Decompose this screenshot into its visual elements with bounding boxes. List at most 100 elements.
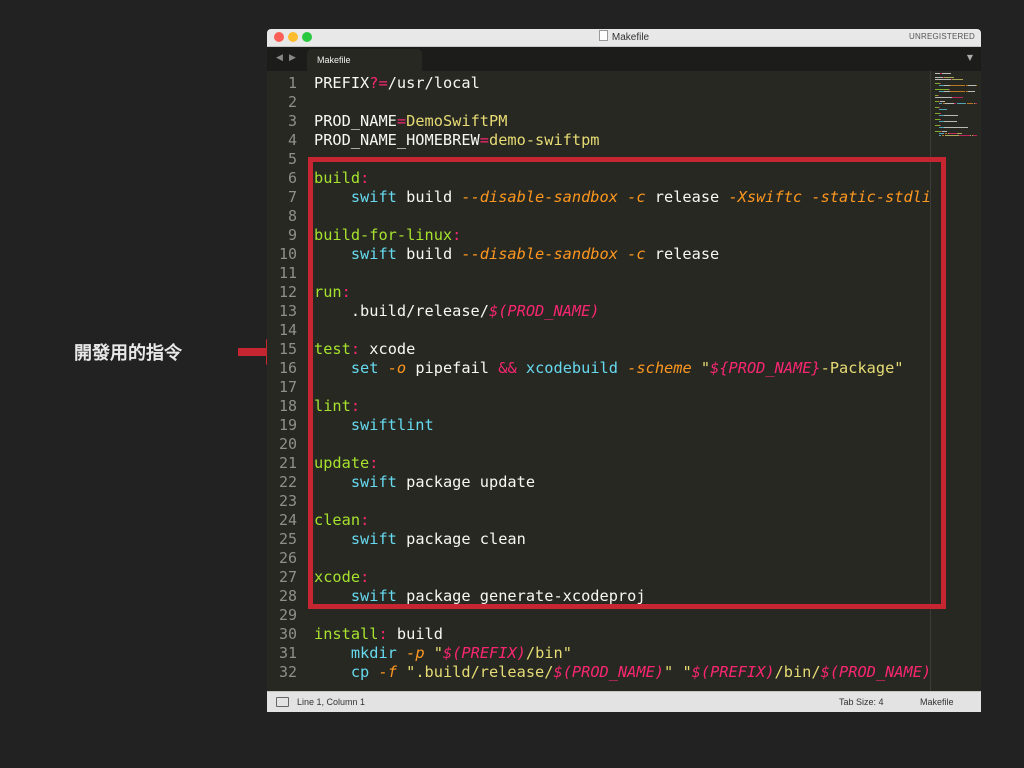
code-token: ?= bbox=[369, 74, 388, 92]
minimap-stripe bbox=[970, 135, 971, 136]
code-token: $(PREFIX) bbox=[442, 644, 526, 662]
minimap-stripe bbox=[939, 133, 944, 134]
syntax-mode[interactable]: Makefile bbox=[920, 697, 954, 707]
line-number: 5 bbox=[287, 150, 297, 168]
code-token: PROD_NAME_HOMEBREW bbox=[314, 131, 480, 149]
minimap-stripe bbox=[944, 115, 958, 116]
minimap-stripe bbox=[939, 107, 940, 108]
forward-arrow-icon[interactable]: ▶ bbox=[289, 53, 296, 63]
code-token: $(PROD_NAME) bbox=[820, 663, 930, 681]
line-number: 17 bbox=[278, 378, 297, 396]
tab-label: Makefile bbox=[317, 55, 351, 65]
minimap-stripe bbox=[957, 133, 962, 134]
line-number: 31 bbox=[278, 644, 297, 662]
code-token: DemoSwiftPM bbox=[406, 112, 508, 130]
code-line[interactable]: cp -f ".build/release/$(PROD_NAME)" "$(P… bbox=[314, 663, 930, 682]
minimap-stripe bbox=[940, 113, 941, 114]
minimap-stripe bbox=[935, 89, 949, 90]
cursor-position[interactable]: Line 1, Column 1 bbox=[297, 697, 365, 707]
line-number: 4 bbox=[287, 131, 297, 149]
line-number: 26 bbox=[278, 549, 297, 567]
tab-bar: ◀ ▶ Makefile ▼ bbox=[267, 47, 981, 71]
line-number: 8 bbox=[287, 207, 297, 225]
minimap-stripe bbox=[968, 85, 976, 86]
line-number: 3 bbox=[287, 112, 297, 130]
code-token: /bin/ bbox=[774, 663, 821, 681]
line-number: 13 bbox=[278, 302, 297, 320]
line-number: 2 bbox=[287, 93, 297, 111]
minimap-stripe bbox=[973, 135, 977, 136]
line-number: 12 bbox=[278, 283, 297, 301]
minimap-stripe bbox=[939, 103, 942, 104]
minimap-stripe bbox=[954, 103, 956, 104]
minimap-stripe bbox=[952, 79, 963, 80]
line-number: 30 bbox=[278, 625, 297, 643]
minimap-stripe bbox=[939, 135, 941, 136]
minimap-stripe bbox=[944, 77, 954, 78]
code-line[interactable]: PREFIX?=/usr/local bbox=[314, 74, 480, 93]
line-number: 32 bbox=[278, 663, 297, 681]
tab-size[interactable]: Tab Size: 4 bbox=[839, 697, 884, 707]
minimap-stripe bbox=[942, 135, 944, 136]
highlight-box bbox=[308, 157, 946, 609]
minimap-stripe bbox=[940, 119, 941, 120]
minimap-stripe bbox=[940, 83, 941, 84]
code-token: " bbox=[433, 644, 443, 662]
minimap-stripe bbox=[940, 125, 941, 126]
window-title: Makefile bbox=[267, 30, 981, 43]
document-icon bbox=[598, 30, 608, 41]
tab-makefile[interactable]: Makefile bbox=[307, 49, 422, 71]
line-number: 29 bbox=[278, 606, 297, 624]
line-number: 25 bbox=[278, 530, 297, 548]
minimap-stripe bbox=[950, 91, 965, 92]
minimap-stripe bbox=[949, 133, 957, 134]
code-token: : bbox=[378, 625, 388, 643]
minimap-stripe bbox=[935, 97, 952, 98]
line-number: 11 bbox=[278, 264, 297, 282]
line-number: 22 bbox=[278, 473, 297, 491]
tab-dropdown-icon[interactable]: ▼ bbox=[967, 53, 973, 62]
code-token: " bbox=[664, 663, 674, 681]
minimap-stripe bbox=[952, 97, 963, 98]
window-title-text: Makefile bbox=[611, 32, 650, 43]
line-number: 28 bbox=[278, 587, 297, 605]
minimap-stripe bbox=[968, 91, 975, 92]
code-line[interactable]: PROD_NAME_HOMEBREW=demo-swiftpm bbox=[314, 131, 600, 150]
line-number-gutter: 1 2 3 4 5 6 7 8 9 10 11 12 13 14 15 16 17 18 19 20 21 22 23 24 2… bbox=[267, 71, 307, 691]
minimap-stripe bbox=[975, 103, 977, 104]
minimap-stripe bbox=[944, 127, 968, 128]
minimap-stripe bbox=[942, 73, 951, 74]
line-number: 24 bbox=[278, 511, 297, 529]
minimap-stripe bbox=[935, 77, 943, 78]
line-number: 9 bbox=[287, 226, 297, 244]
code-token: mkdir bbox=[350, 644, 397, 662]
code-token: -p bbox=[406, 644, 425, 662]
minimap-stripe bbox=[935, 79, 951, 80]
code-token: = bbox=[396, 112, 407, 130]
code-token: = bbox=[479, 131, 489, 149]
unregistered-label: UNREGISTERED bbox=[909, 32, 975, 41]
minimap-stripe bbox=[976, 85, 977, 86]
minimap-stripe bbox=[945, 135, 959, 136]
code-token: cp bbox=[350, 663, 370, 681]
minimap-stripe bbox=[959, 135, 970, 136]
minimap-stripe bbox=[950, 85, 965, 86]
code-line[interactable]: PROD_NAME=DemoSwiftPM bbox=[314, 112, 507, 131]
code-line[interactable]: install: build bbox=[314, 625, 443, 644]
line-number: 21 bbox=[278, 454, 297, 472]
line-number: 15 bbox=[278, 340, 297, 358]
line-number: 10 bbox=[278, 245, 297, 263]
code-line[interactable]: mkdir -p "$(PREFIX)/bin" bbox=[314, 644, 572, 663]
minimap-stripe bbox=[938, 95, 939, 96]
console-icon[interactable] bbox=[276, 697, 289, 707]
back-arrow-icon[interactable]: ◀ bbox=[276, 53, 283, 63]
line-number: 27 bbox=[278, 568, 297, 586]
code-token: build bbox=[387, 625, 443, 643]
line-number: 18 bbox=[278, 397, 297, 415]
minimap-stripe bbox=[967, 103, 973, 104]
